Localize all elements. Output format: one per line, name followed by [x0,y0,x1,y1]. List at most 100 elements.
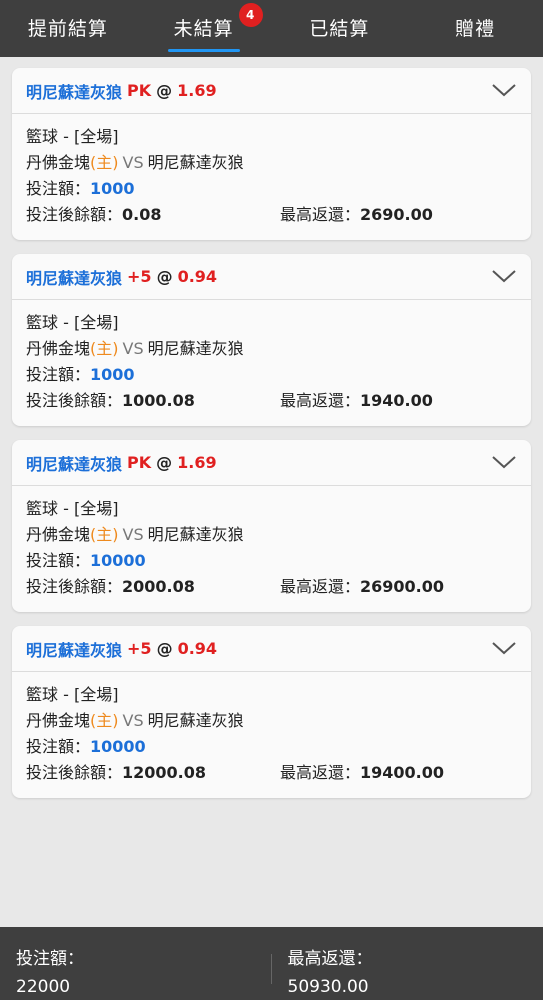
tab-early-cashout[interactable]: 提前結算 [0,0,136,57]
home-team: 丹佛金塊 [26,153,91,172]
total-max-return-value: 50930.00 [287,977,369,997]
vs-label: VS [122,153,144,172]
balance-amount: 12000.08 [122,763,207,782]
bet-handicap: PK [127,453,152,472]
max-return-label: 最高返還： [280,577,361,596]
max-return-amount: 19400.00 [360,763,445,782]
away-team: 明尼蘇達灰狼 [147,339,244,358]
bet-card: 明尼蘇達灰狼 PK @ 1.69 籃球 - [全場] 丹佛金塊 (主) VS 明… [12,440,531,612]
bet-pick: 明尼蘇達灰狼 [26,454,123,474]
balance-line: 投注後餘額：12000.08 最高返還：19400.00 [26,760,517,786]
max-return-amount: 1940.00 [360,391,433,410]
chevron-down-icon[interactable] [491,81,517,99]
tab-label: 已結算 [309,18,370,40]
tab-unsettled[interactable]: 未結算 4 [136,0,272,57]
chevron-down-icon[interactable] [491,453,517,471]
match-line: 丹佛金塊 (主) VS 明尼蘇達灰狼 [26,336,517,362]
max-return-label: 最高返還： [280,391,361,410]
home-tag: (主) [90,525,119,544]
stake-amount: 10000 [90,551,146,570]
bet-card: 明尼蘇達灰狼 +5 @ 0.94 籃球 - [全場] 丹佛金塊 (主) VS 明… [12,626,531,798]
bet-card: 明尼蘇達灰狼 PK @ 1.69 籃球 - [全場] 丹佛金塊 (主) VS 明… [12,68,531,240]
home-team: 丹佛金塊 [26,339,91,358]
max-return-amount: 26900.00 [360,577,445,596]
bet-odds: 1.69 [177,81,217,100]
tab-label: 未結算 [173,18,234,40]
balance-label: 投注後餘額： [26,391,123,410]
at-symbol: @ [156,453,173,472]
balance-line: 投注後餘額：0.08 最高返還：2690.00 [26,202,517,228]
tab-label: 提前結算 [27,18,108,40]
balance-amount: 0.08 [122,205,162,224]
bet-card-header[interactable]: 明尼蘇達灰狼 PK @ 1.69 [12,68,531,114]
max-return-label: 最高返還： [280,763,361,782]
balance-amount: 2000.08 [122,577,195,596]
unsettled-count-badge: 4 [238,3,263,27]
bet-pick: 明尼蘇達灰狼 [26,82,123,102]
tab-gifts[interactable]: 贈禮 [407,0,543,57]
sport-label: 籃球 - [全場] [26,127,119,146]
sport-label: 籃球 - [全場] [26,313,119,332]
home-tag: (主) [90,711,119,730]
max-return-amount: 2690.00 [360,205,433,224]
stake-label: 投注額： [26,551,91,570]
home-tag: (主) [90,339,119,358]
home-team: 丹佛金塊 [26,711,91,730]
stake-label: 投注額： [26,365,91,384]
sport-label: 籃球 - [全場] [26,499,119,518]
bet-pick: 明尼蘇達灰狼 [26,640,123,660]
stake-label: 投注額： [26,179,91,198]
bet-card-header[interactable]: 明尼蘇達灰狼 +5 @ 0.94 [12,626,531,672]
balance-line: 投注後餘額：1000.08 最高返還：1940.00 [26,388,517,414]
balance-amount: 1000.08 [122,391,195,410]
max-return-label: 最高返還： [280,205,361,224]
bet-card-body: 籃球 - [全場] 丹佛金塊 (主) VS 明尼蘇達灰狼 投注額： 10000 … [12,486,531,612]
at-symbol: @ [156,267,173,286]
vs-label: VS [122,711,144,730]
bet-card-header[interactable]: 明尼蘇達灰狼 +5 @ 0.94 [12,254,531,300]
bet-card-body: 籃球 - [全場] 丹佛金塊 (主) VS 明尼蘇達灰狼 投注額： 1000 投… [12,114,531,240]
stake-amount: 1000 [90,365,135,384]
bet-odds: 0.94 [177,639,218,658]
chevron-down-icon[interactable] [491,639,517,657]
vs-label: VS [122,339,144,358]
stake-line: 投注額： 1000 [26,362,517,388]
balance-label: 投注後餘額： [26,577,123,596]
at-symbol: @ [156,639,173,658]
bet-card-header[interactable]: 明尼蘇達灰狼 PK @ 1.69 [12,440,531,486]
footer-divider [271,954,272,984]
stake-amount: 10000 [90,737,146,756]
stake-line: 投注額： 10000 [26,734,517,760]
away-team: 明尼蘇達灰狼 [147,525,244,544]
stake-label: 投注額： [26,737,91,756]
bet-list: 明尼蘇達灰狼 PK @ 1.69 籃球 - [全場] 丹佛金塊 (主) VS 明… [12,68,531,812]
summary-footer: 投注額： 22000 最高返還： 50930.00 [0,927,543,1000]
stake-amount: 1000 [90,179,135,198]
match-line: 丹佛金塊 (主) VS 明尼蘇達灰狼 [26,708,517,734]
tab-label: 贈禮 [455,18,496,40]
balance-label: 投注後餘額： [26,763,123,782]
tab-settled[interactable]: 已結算 [272,0,408,57]
total-max-return: 最高返還： 50930.00 [272,927,543,1000]
total-max-return-label: 最高返還： [287,949,373,969]
away-team: 明尼蘇達灰狼 [147,711,244,730]
at-symbol: @ [156,81,173,100]
bet-card-body: 籃球 - [全場] 丹佛金塊 (主) VS 明尼蘇達灰狼 投注額： 1000 投… [12,300,531,426]
sport-label: 籃球 - [全場] [26,685,119,704]
balance-line: 投注後餘額：2000.08 最高返還：26900.00 [26,574,517,600]
total-stake-value: 22000 [16,977,71,997]
match-line: 丹佛金塊 (主) VS 明尼蘇達灰狼 [26,522,517,548]
match-line: 丹佛金塊 (主) VS 明尼蘇達灰狼 [26,150,517,176]
tab-bar: 提前結算 未結算 4 已結算 贈禮 [0,0,543,57]
bet-handicap: PK [127,81,152,100]
total-stake-label: 投注額： [16,949,84,969]
away-team: 明尼蘇達灰狼 [147,153,244,172]
home-tag: (主) [90,153,119,172]
total-stake: 投注額： 22000 [0,927,272,1000]
bet-card-body: 籃球 - [全場] 丹佛金塊 (主) VS 明尼蘇達灰狼 投注額： 10000 … [12,672,531,798]
bet-handicap: +5 [127,639,152,658]
chevron-down-icon[interactable] [491,267,517,285]
bet-odds: 0.94 [177,267,218,286]
balance-label: 投注後餘額： [26,205,123,224]
bet-odds: 1.69 [177,453,217,472]
